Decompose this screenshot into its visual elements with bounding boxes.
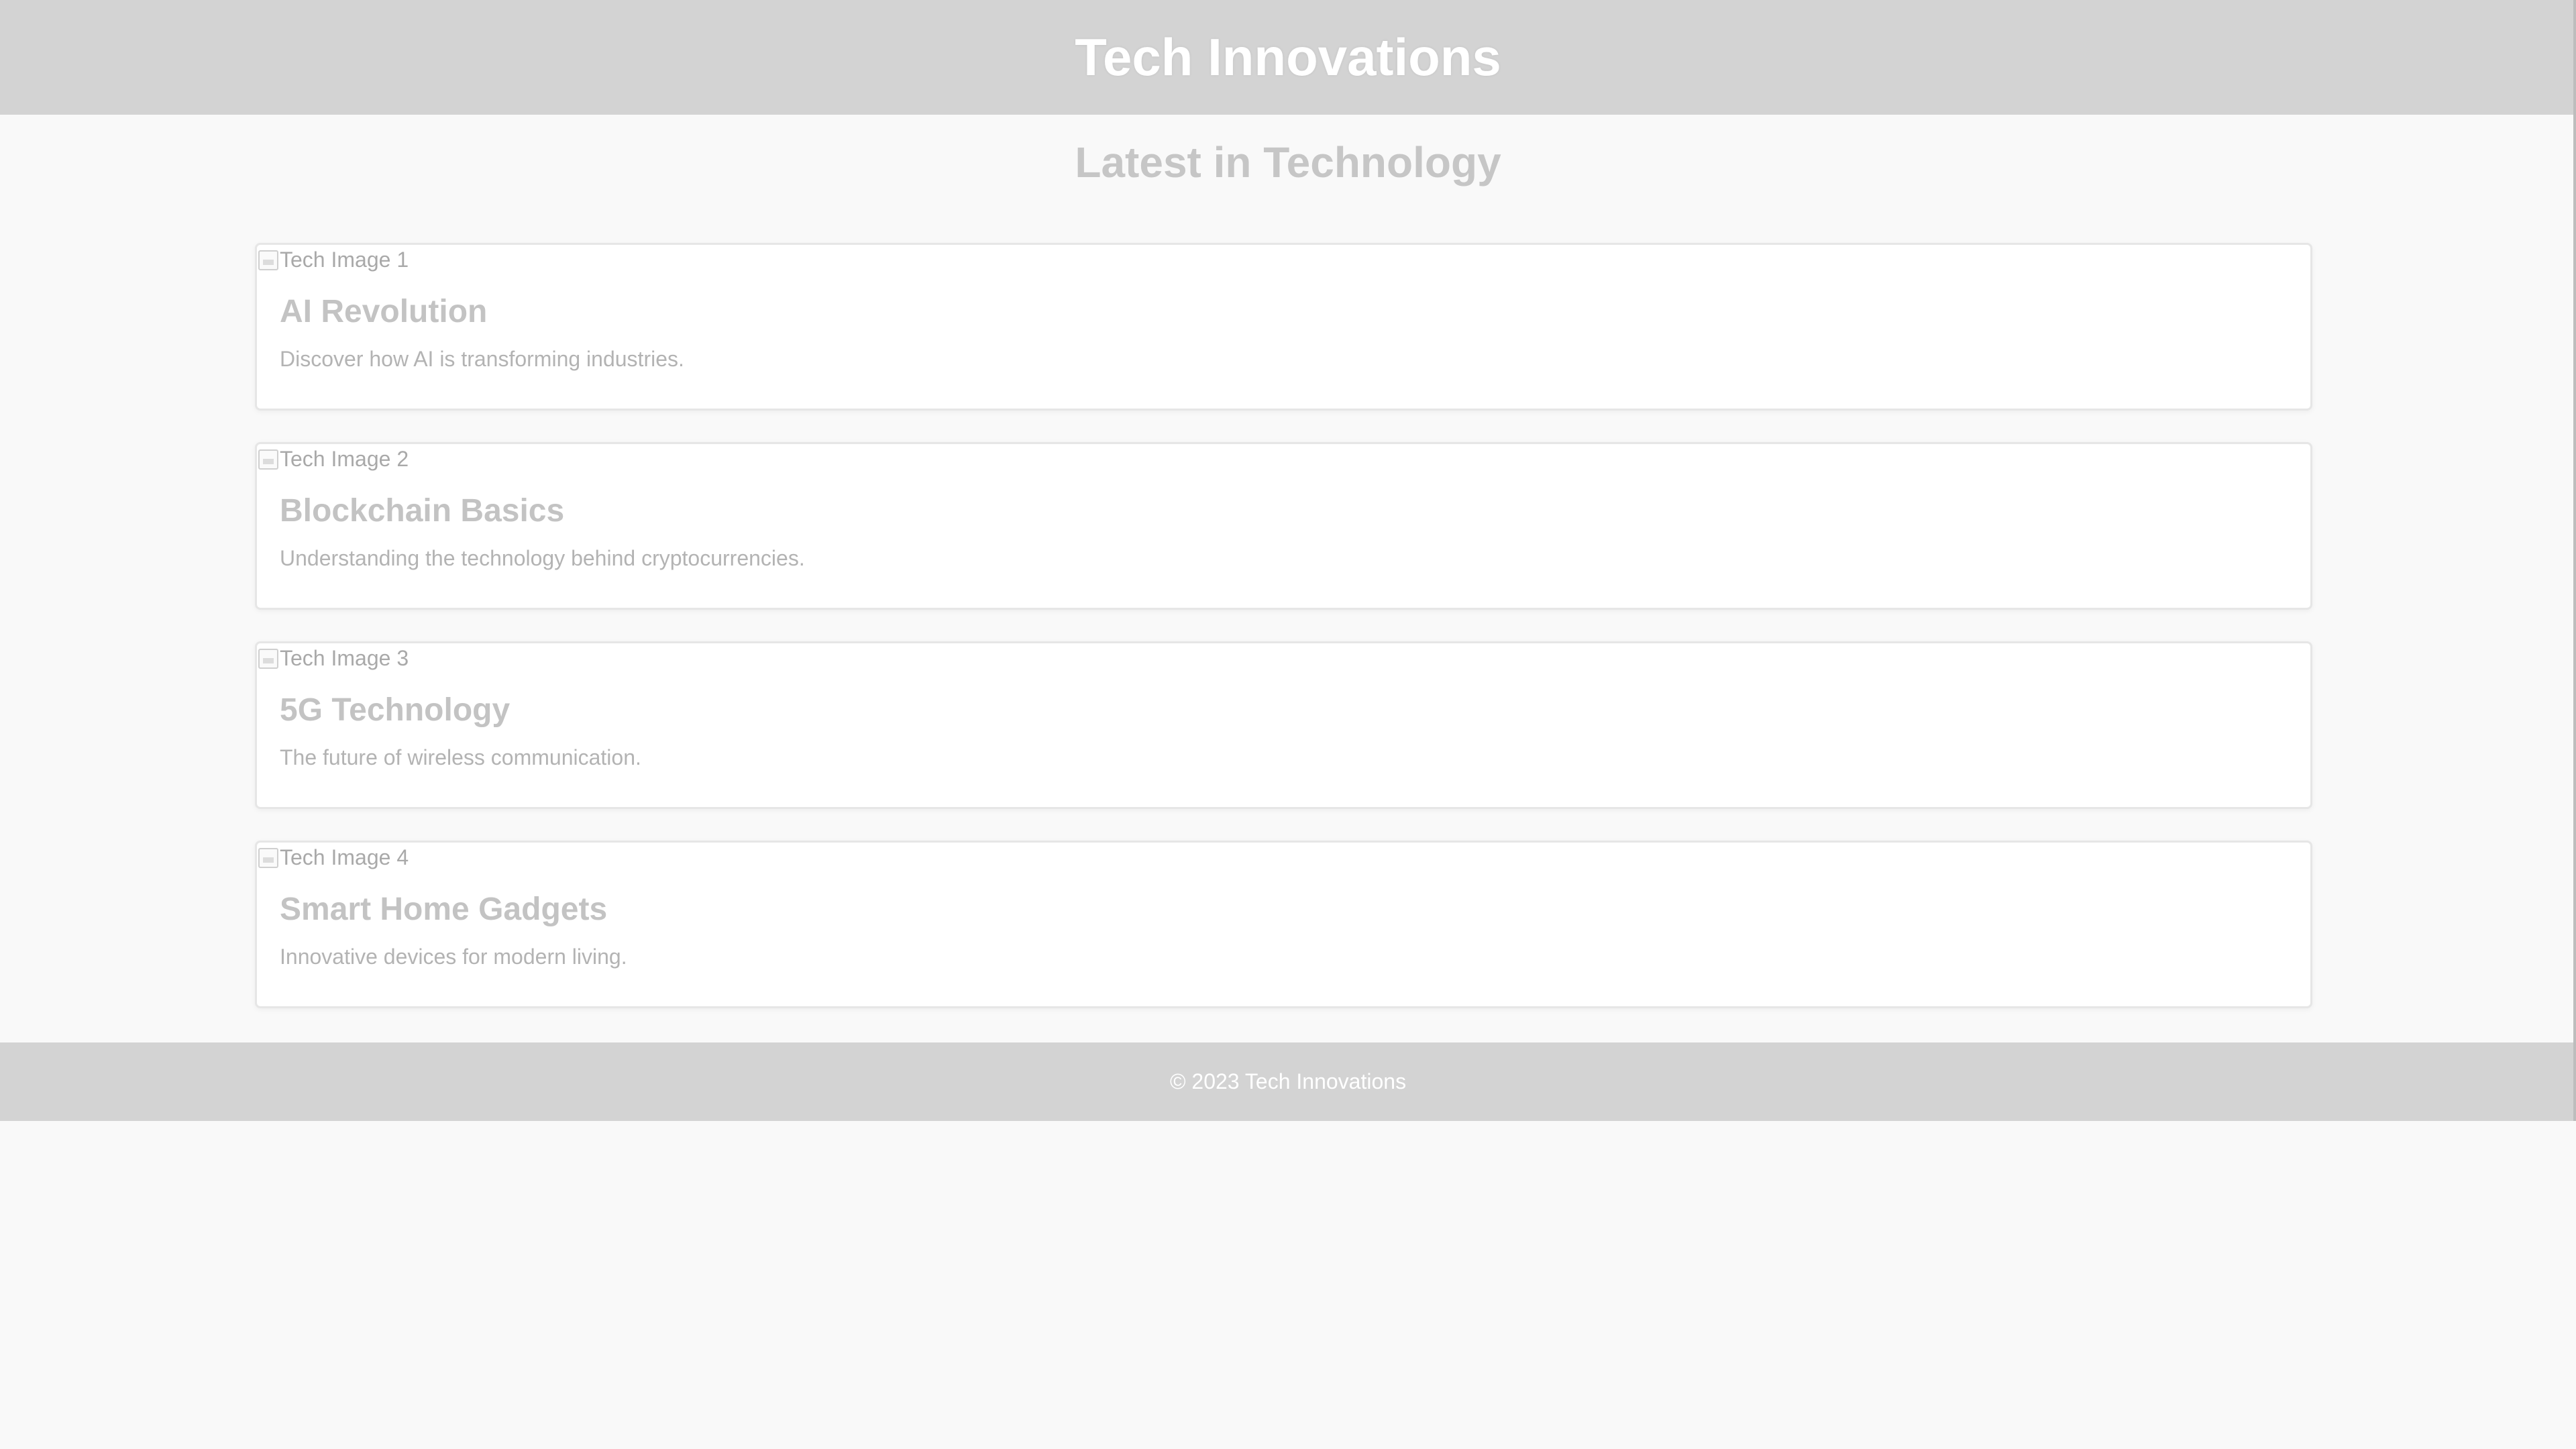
article-title: 5G Technology	[280, 692, 511, 728]
article-image-alt: Tech Image 1	[280, 248, 409, 272]
broken-image-icon	[258, 847, 278, 868]
site-footer: © 2023 Tech Innovations	[0, 1042, 2576, 1121]
broken-image-icon	[258, 250, 278, 270]
section-heading: Latest in Technology	[1075, 138, 1501, 186]
article-title: Smart Home Gadgets	[280, 892, 608, 927]
article-image-alt: Tech Image 2	[280, 447, 409, 471]
article-card[interactable]: Tech Image 1 AI Revolution Discover how …	[255, 243, 2312, 411]
article-card[interactable]: Tech Image 3 5G Technology The future of…	[255, 641, 2312, 809]
broken-image-icon	[258, 648, 278, 669]
article-image: Tech Image 2	[258, 447, 409, 472]
article-description: The future of wireless communication.	[280, 745, 641, 769]
article-image: Tech Image 3	[258, 646, 409, 671]
article-image: Tech Image 1	[258, 248, 409, 272]
footer-copyright: © 2023 Tech Innovations	[1169, 1069, 1407, 1093]
article-description: Innovative devices for modern living.	[280, 945, 627, 969]
broken-image-icon	[258, 449, 278, 470]
article-description: Understanding the technology behind cryp…	[280, 546, 805, 570]
article-image: Tech Image 4	[258, 845, 409, 870]
scrollbar-edge[interactable]	[2573, 0, 2576, 1121]
article-image-alt: Tech Image 4	[280, 845, 409, 869]
article-title: AI Revolution	[280, 294, 488, 329]
site-header: Tech Innovations	[0, 0, 2576, 115]
article-description: Discover how AI is transforming industri…	[280, 347, 684, 371]
article-image-alt: Tech Image 3	[280, 646, 409, 670]
site-title: Tech Innovations	[1075, 28, 1501, 87]
article-card[interactable]: Tech Image 2 Blockchain Basics Understan…	[255, 442, 2312, 610]
article-title: Blockchain Basics	[280, 493, 565, 529]
article-card[interactable]: Tech Image 4 Smart Home Gadgets Innovati…	[255, 841, 2312, 1008]
